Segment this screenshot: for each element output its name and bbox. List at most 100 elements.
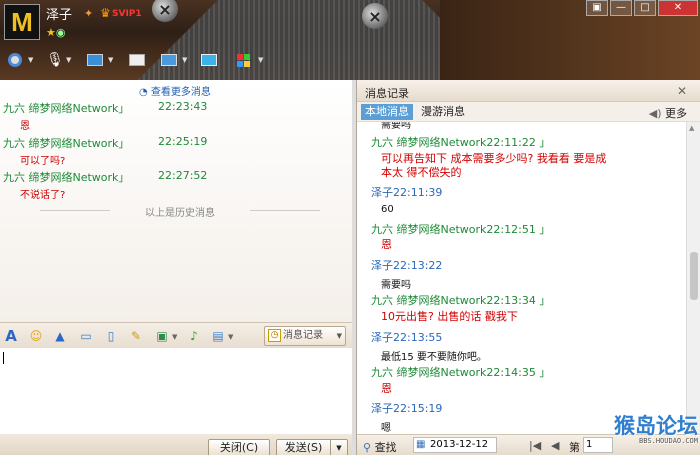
music-icon[interactable]: ♪: [186, 328, 202, 344]
send-button[interactable]: 发送(S): [276, 439, 330, 455]
calendar-icon: ▦: [416, 439, 426, 450]
chat-messages-pane[interactable]: ◔ 查看更多消息 九六 缔梦网络Network」 22:23:43 恩 九六 缔…: [0, 80, 352, 322]
screw-icon: ×: [362, 3, 388, 29]
window-header: × × M 泽子 ✦ ♛ SVIP1 ★◉ ▣ — □ ✕ ▼ 🎙 ▼ ▼ ▼ …: [0, 0, 700, 80]
close-chat-button[interactable]: 关闭(C): [208, 439, 270, 455]
text-caret: [3, 352, 4, 364]
history-log[interactable]: 需要吗 九六 缔梦网络Network22:11:22 」 可以再告知下 成本需要…: [357, 122, 687, 434]
scroll-up-icon[interactable]: ▲: [689, 124, 694, 132]
message-time: 22:25:19: [158, 135, 208, 148]
log-header-other: 九六 缔梦网络Network22:14:35 」: [371, 366, 551, 379]
screen-share-icon[interactable]: [198, 50, 220, 70]
chevron-down-icon[interactable]: ▼: [182, 56, 187, 64]
minimize-button[interactable]: —: [610, 0, 632, 16]
message-sender: 九六 缔梦网络Network」: [3, 171, 130, 184]
chevron-down-icon[interactable]: ▼: [108, 56, 113, 64]
prev-page-icon[interactable]: ◀: [551, 439, 559, 452]
microphone-icon[interactable]: 🎙: [44, 50, 66, 70]
search-label: 查找: [374, 441, 397, 454]
screw-icon: ×: [152, 0, 178, 22]
message-time: 22:27:52: [158, 169, 208, 182]
speaker-icon: ◀): [648, 107, 662, 120]
history-panel-header: 消息记录 ✕: [357, 80, 700, 102]
history-panel-title: 消息记录: [365, 87, 409, 100]
log-header-me: 泽子22:13:55: [371, 331, 443, 344]
font-icon[interactable]: A: [3, 327, 19, 345]
view-more-messages-link[interactable]: ◔ 查看更多消息: [139, 83, 211, 98]
message-text: 可以了吗?: [20, 156, 66, 167]
remote-desktop-icon[interactable]: [158, 50, 180, 70]
scroll-thumb[interactable]: [690, 252, 698, 300]
log-header-me: 泽子22:13:22: [371, 259, 443, 272]
chevron-down-icon[interactable]: ▼: [28, 56, 33, 64]
more-button[interactable]: ◀) 更多: [649, 105, 687, 121]
clock-icon: ◔: [139, 87, 148, 98]
create-group-icon[interactable]: [126, 50, 148, 70]
search-button[interactable]: ⚲ 查找: [363, 439, 397, 455]
log-text: 需要吗: [381, 122, 411, 131]
message-history-button[interactable]: ◷ 消息记录 ▼: [264, 326, 346, 346]
window-menu-button[interactable]: ▣: [586, 0, 608, 16]
maximize-button[interactable]: □: [634, 0, 656, 16]
watermark-url: BBS.HOUDAO.COM: [638, 437, 698, 445]
message-input[interactable]: [0, 348, 352, 434]
page-label: 第: [569, 441, 580, 454]
chat-toolbar: ▼ 🎙 ▼ ▼ ▼ ▼: [0, 46, 700, 76]
message-text: 恩: [20, 121, 30, 132]
close-icon[interactable]: ✕: [677, 84, 687, 98]
tab-local-messages[interactable]: 本地消息: [361, 104, 413, 120]
log-header-other: 九六 缔梦网络Network22:13:34 」: [371, 294, 551, 307]
log-text: 可以再告知下 成本需要多少吗? 我看看 要是成: [381, 152, 607, 165]
log-text: 需要吗: [381, 280, 411, 291]
date-picker[interactable]: ▦ 2013-12-12: [413, 437, 497, 453]
log-header-me: 泽子22:11:39: [371, 186, 443, 199]
vip-badge[interactable]: SVIP1: [112, 9, 142, 19]
history-icon: ◷: [268, 329, 281, 342]
message-sender: 九六 缔梦网络Network」: [3, 102, 130, 115]
history-button-label: 消息记录: [283, 330, 323, 341]
log-text: 60: [381, 204, 394, 215]
voice-message-icon[interactable]: ▯: [103, 328, 119, 344]
view-more-label: 查看更多消息: [150, 87, 211, 98]
emoji-icon[interactable]: ☺: [28, 328, 44, 344]
first-page-icon[interactable]: |◀: [529, 439, 541, 452]
handwriting-icon[interactable]: ✎: [128, 328, 144, 344]
chevron-down-icon[interactable]: ▼: [228, 333, 233, 341]
chevron-down-icon[interactable]: ▼: [66, 56, 71, 64]
chevron-down-icon[interactable]: ▼: [258, 56, 263, 64]
vip-crown-icon: ♛: [100, 6, 111, 20]
chevron-down-icon: ▼: [336, 332, 342, 340]
screen-capture-icon[interactable]: ▤: [210, 328, 226, 344]
status-icon: ✦: [84, 7, 94, 20]
chevron-down-icon[interactable]: ▼: [172, 333, 177, 341]
message-time: 22:23:43: [158, 100, 208, 113]
date-value: 2013-12-12: [430, 439, 489, 450]
file-transfer-icon[interactable]: [84, 50, 106, 70]
search-icon: ⚲: [363, 441, 372, 454]
shake-icon[interactable]: ▲: [52, 328, 68, 344]
avatar[interactable]: M: [4, 4, 40, 40]
watermark-text: 猴岛论坛: [614, 413, 698, 438]
history-scrollbar[interactable]: ▲ ▼: [686, 122, 700, 434]
history-divider: 以上是历史消息: [40, 204, 320, 219]
message-text: 不说话了?: [20, 190, 66, 201]
watermark-logo: 猴岛论坛 BBS.HOUDAO.COM: [588, 410, 698, 455]
send-options-button[interactable]: ▼: [330, 439, 348, 455]
tab-roaming-messages[interactable]: 漫游消息: [417, 104, 469, 120]
video-call-icon[interactable]: [4, 50, 26, 70]
image-icon[interactable]: ▣: [154, 328, 170, 344]
apps-icon[interactable]: [232, 50, 254, 70]
message-sender: 九六 缔梦网络Network」: [3, 137, 130, 150]
log-header-other: 九六 缔梦网络Network22:11:22 」: [371, 136, 551, 149]
log-text: 恩: [381, 238, 392, 251]
contact-nickname: 泽子: [46, 8, 73, 23]
close-window-button[interactable]: ✕: [658, 0, 698, 16]
log-header-other: 九六 缔梦网络Network22:12:51 」: [371, 223, 551, 236]
screenshot-icon[interactable]: ▭: [78, 328, 94, 344]
level-star-icon: ★◉: [46, 26, 66, 39]
log-text: 恩: [381, 382, 392, 395]
log-text: 最低15 要不要随你吧。: [381, 352, 487, 363]
history-tabs: 本地消息 漫游消息 ◀) 更多: [357, 102, 700, 122]
history-panel: 消息记录 ✕ 本地消息 漫游消息 ◀) 更多 需要吗 九六 缔梦网络Networ…: [356, 80, 700, 455]
send-bar: 关闭(C) 发送(S) ▼: [0, 434, 352, 455]
